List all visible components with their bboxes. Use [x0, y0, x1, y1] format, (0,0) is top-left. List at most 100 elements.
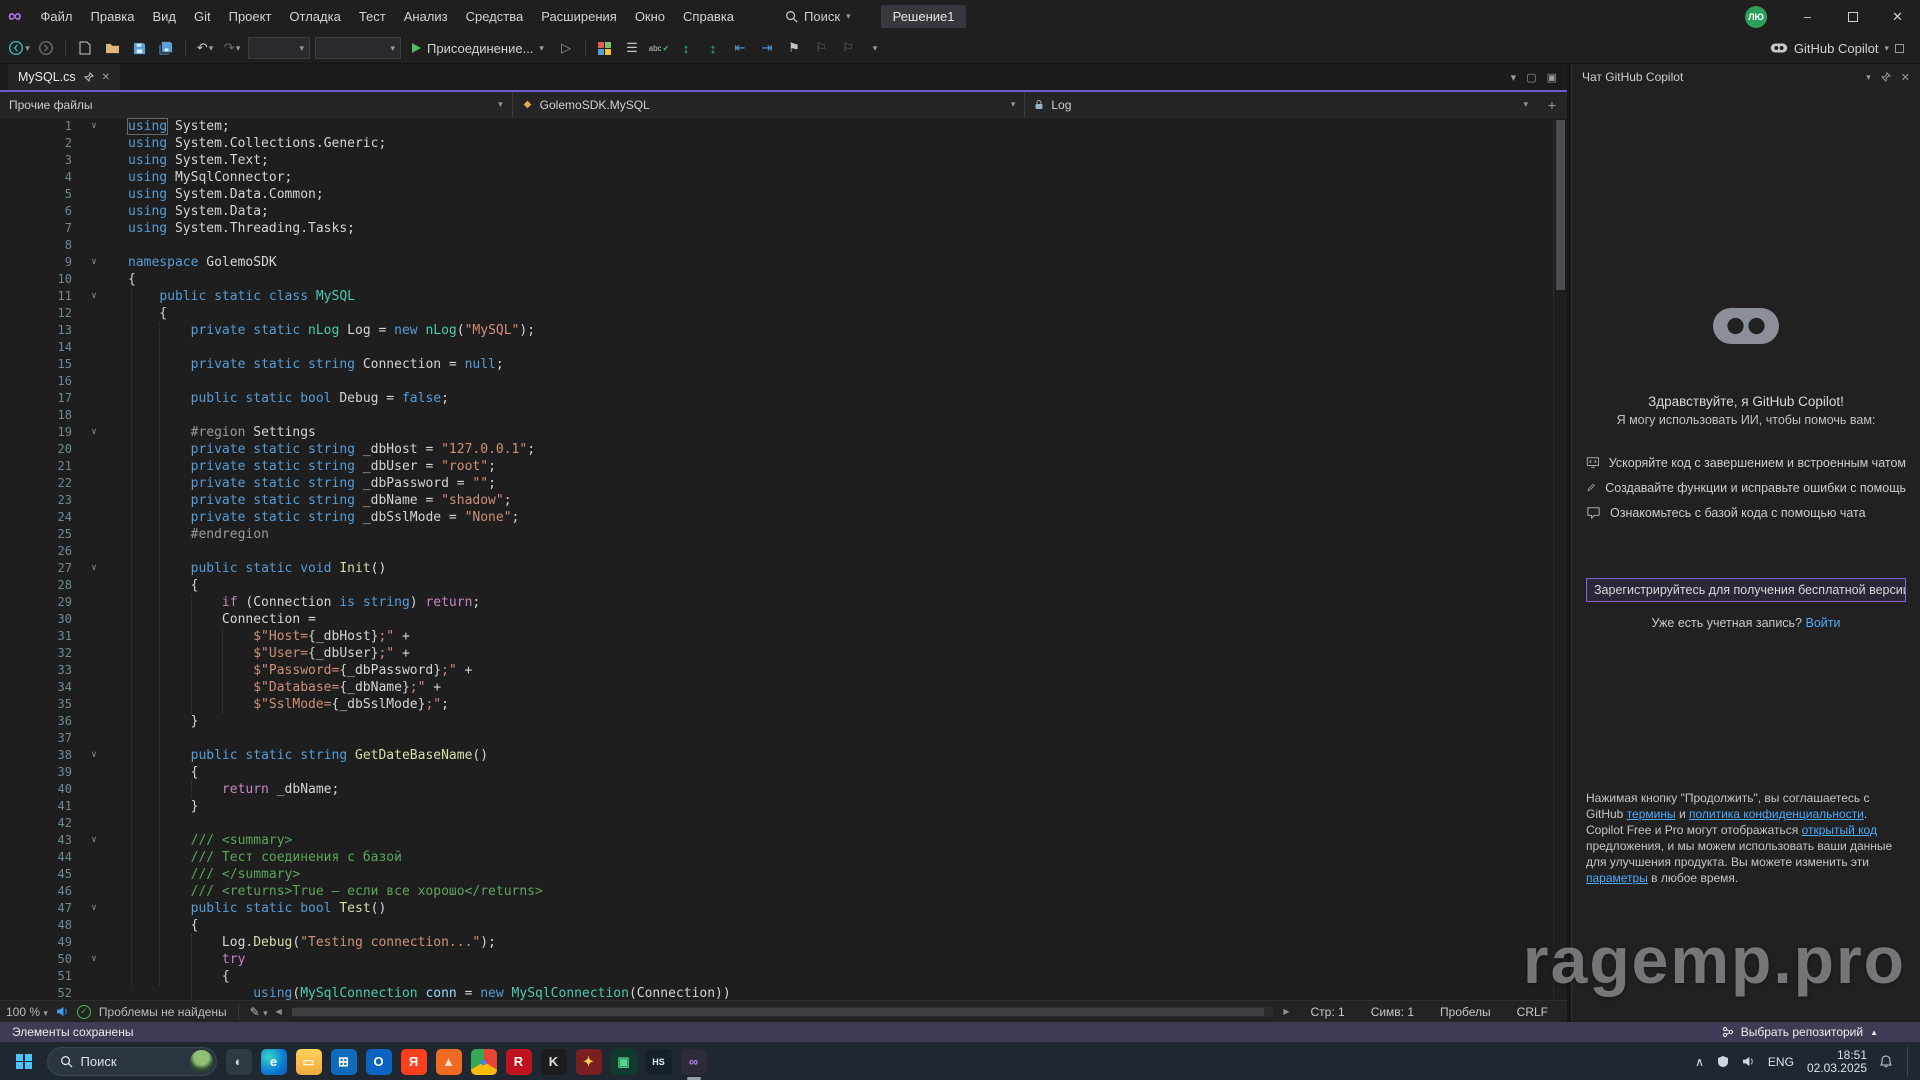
code-line-29[interactable]: 29 if (Connection is string) return;	[0, 594, 1567, 611]
fold-marker[interactable]	[84, 135, 104, 152]
line-number[interactable]: 9	[0, 254, 84, 271]
code-line-3[interactable]: 3using System.Text;	[0, 152, 1567, 169]
scrollbar-thumb[interactable]	[1556, 120, 1565, 290]
fold-marker[interactable]	[84, 475, 104, 492]
fold-marker[interactable]: ∨	[84, 424, 104, 441]
fold-marker[interactable]	[84, 305, 104, 322]
status-indicator[interactable]: CRLF	[1504, 1005, 1561, 1019]
configuration-combo[interactable]: ▾	[248, 37, 310, 59]
taskbar-icon-app-orange[interactable]: ▲	[436, 1049, 462, 1075]
line-number[interactable]: 2	[0, 135, 84, 152]
status-indicator[interactable]: Пробелы	[1427, 1005, 1504, 1019]
fold-marker[interactable]: ∨	[84, 288, 104, 305]
menu-Окно[interactable]: Окно	[626, 0, 674, 33]
navbar-extra-icon[interactable]: +	[1537, 92, 1567, 117]
code-line-48[interactable]: 48 {	[0, 917, 1567, 934]
language-indicator[interactable]: ENG	[1768, 1055, 1794, 1069]
taskbar-icon-app-dark[interactable]: ◐	[226, 1049, 252, 1075]
line-number[interactable]: 8	[0, 237, 84, 254]
new-project-button[interactable]	[74, 36, 96, 60]
line-number[interactable]: 11	[0, 288, 84, 305]
tab-mysql-cs[interactable]: MySQL.cs ✕	[8, 64, 120, 90]
close-tab-icon[interactable]: ✕	[102, 72, 110, 83]
spell-check-icon[interactable]: abc✓	[648, 36, 670, 60]
status-indicator[interactable]: Стр: 1	[1298, 1005, 1358, 1019]
line-number[interactable]: 43	[0, 832, 84, 849]
code-line-24[interactable]: 24 private static string _dbSslMode = "N…	[0, 509, 1567, 526]
fold-marker[interactable]: ∨	[84, 951, 104, 968]
github-copilot-button[interactable]: GitHub Copilot ▾	[1770, 41, 1912, 56]
bookmark-icon[interactable]: ⚑	[783, 36, 805, 60]
code-line-1[interactable]: 1∨using System;	[0, 118, 1567, 135]
fold-marker[interactable]: ∨	[84, 747, 104, 764]
sort-desc-icon[interactable]: ↕	[702, 36, 724, 60]
code-line-36[interactable]: 36 }	[0, 713, 1567, 730]
pin-icon[interactable]	[1881, 72, 1891, 82]
fold-marker[interactable]	[84, 373, 104, 390]
fold-marker[interactable]	[84, 798, 104, 815]
fold-marker[interactable]	[84, 526, 104, 543]
minimize-button[interactable]: –	[1785, 0, 1830, 33]
code-line-38[interactable]: 38∨ public static string GetDateBaseName…	[0, 747, 1567, 764]
health-label[interactable]: Проблемы не найдены	[99, 1005, 227, 1019]
signin-link[interactable]: Войти	[1806, 616, 1841, 630]
redo-button[interactable]: ↷▾	[221, 36, 243, 60]
code-line-33[interactable]: 33 $"Password={_dbPassword};" +	[0, 662, 1567, 679]
taskbar-icon-hs[interactable]: HS	[646, 1049, 672, 1075]
line-number[interactable]: 36	[0, 713, 84, 730]
pen-icon[interactable]: ✎ ▾	[250, 1005, 268, 1019]
code-line-49[interactable]: 49 Log.Debug("Testing connection...");	[0, 934, 1567, 951]
sort-asc-icon[interactable]: ↕	[675, 36, 697, 60]
line-number[interactable]: 31	[0, 628, 84, 645]
code-line-8[interactable]: 8	[0, 237, 1567, 254]
fold-marker[interactable]	[84, 594, 104, 611]
fold-marker[interactable]	[84, 968, 104, 985]
line-number[interactable]: 25	[0, 526, 84, 543]
code-line-51[interactable]: 51 {	[0, 968, 1567, 985]
line-number[interactable]: 35	[0, 696, 84, 713]
fold-marker[interactable]	[84, 985, 104, 1000]
fold-marker[interactable]	[84, 458, 104, 475]
line-number[interactable]: 26	[0, 543, 84, 560]
fold-marker[interactable]	[84, 662, 104, 679]
line-number[interactable]: 20	[0, 441, 84, 458]
line-number[interactable]: 6	[0, 203, 84, 220]
attach-grid-icon[interactable]	[594, 36, 616, 60]
taskbar-icon-app-r[interactable]: R	[506, 1049, 532, 1075]
line-number[interactable]: 24	[0, 509, 84, 526]
bookmark-next-icon[interactable]: ⚐	[837, 36, 859, 60]
line-number[interactable]: 4	[0, 169, 84, 186]
fold-marker[interactable]	[84, 543, 104, 560]
fold-marker[interactable]: ∨	[84, 900, 104, 917]
code-line-21[interactable]: 21 private static string _dbUser = "root…	[0, 458, 1567, 475]
taskbar-icon-yandex-browser[interactable]: Я	[401, 1049, 427, 1075]
taskbar-icon-explorer[interactable]: ▭	[296, 1049, 322, 1075]
undo-button[interactable]: ↶▾	[194, 36, 216, 60]
line-number[interactable]: 40	[0, 781, 84, 798]
code-line-31[interactable]: 31 $"Host={_dbHost};" +	[0, 628, 1567, 645]
fold-marker[interactable]	[84, 611, 104, 628]
menu-Git[interactable]: Git	[185, 0, 220, 33]
member-dropdown[interactable]: Log ▾	[1025, 92, 1537, 117]
taskbar-search[interactable]: Поиск	[47, 1047, 217, 1076]
legal-link[interactable]: термины	[1627, 807, 1676, 821]
fold-marker[interactable]	[84, 696, 104, 713]
code-editor[interactable]: 1∨using System;2using System.Collections…	[0, 118, 1567, 1000]
code-line-19[interactable]: 19∨ #region Settings	[0, 424, 1567, 441]
code-line-11[interactable]: 11∨ public static class MySQL	[0, 288, 1567, 305]
line-number[interactable]: 13	[0, 322, 84, 339]
code-line-52[interactable]: 52 using(MySqlConnection conn = new MySq…	[0, 985, 1567, 1000]
code-line-7[interactable]: 7using System.Threading.Tasks;	[0, 220, 1567, 237]
taskbar-icon-app-k[interactable]: K	[541, 1049, 567, 1075]
start-without-debug-button[interactable]: ▷	[555, 36, 577, 60]
code-line-25[interactable]: 25 #endregion	[0, 526, 1567, 543]
line-number[interactable]: 22	[0, 475, 84, 492]
tab-list-chevron-icon[interactable]: ▾	[1511, 71, 1517, 84]
code-line-34[interactable]: 34 $"Database={_dbName};" +	[0, 679, 1567, 696]
code-line-41[interactable]: 41 }	[0, 798, 1567, 815]
code-line-42[interactable]: 42	[0, 815, 1567, 832]
pin-icon[interactable]	[84, 72, 94, 82]
code-line-47[interactable]: 47∨ public static bool Test()	[0, 900, 1567, 917]
taskbar-icon-store[interactable]: ⊞	[331, 1049, 357, 1075]
fold-marker[interactable]	[84, 356, 104, 373]
